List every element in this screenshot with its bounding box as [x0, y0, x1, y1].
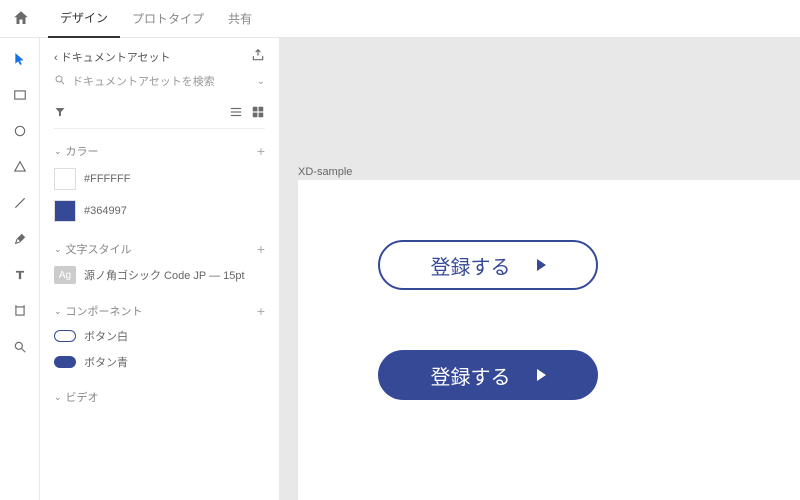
component-label: ボタン青 [84, 354, 128, 370]
color-label: #364997 [84, 205, 127, 217]
artboard[interactable]: 登録する 登録する [298, 180, 800, 500]
component-item[interactable]: ボタン白 [54, 323, 265, 349]
tab-prototype[interactable]: プロトタイプ [120, 0, 216, 38]
back-to-assets[interactable]: ‹ ドキュメントアセット [54, 49, 171, 65]
component-item[interactable]: ボタン青 [54, 349, 265, 375]
ellipse-tool-icon[interactable] [11, 122, 29, 140]
chevron-down-icon: ⌄ [54, 244, 62, 255]
button-label: 登録する [431, 251, 511, 280]
line-tool-icon[interactable] [11, 194, 29, 212]
rectangle-tool-icon[interactable] [11, 86, 29, 104]
select-tool-icon[interactable] [11, 50, 29, 68]
search-input[interactable]: ドキュメントアセットを検索 ⌄ [54, 73, 265, 89]
tool-rail [0, 38, 40, 500]
grid-view-icon[interactable] [251, 105, 265, 122]
artboard-name[interactable]: XD-sample [298, 166, 352, 178]
play-icon [537, 259, 546, 271]
text-style-item[interactable]: Ag 源ノ角ゴシック Code JP — 15pt [54, 261, 265, 289]
button-outline[interactable]: 登録する [378, 240, 598, 290]
list-view-icon[interactable] [229, 105, 243, 122]
add-component-icon[interactable]: + [257, 303, 265, 319]
top-bar: デザイン プロトタイプ 共有 [0, 0, 800, 38]
export-icon[interactable] [251, 48, 265, 65]
chevron-down-icon: ⌄ [257, 76, 265, 87]
color-label: #FFFFFF [84, 173, 130, 185]
tab-design[interactable]: デザイン [48, 0, 120, 38]
text-tool-icon[interactable] [11, 266, 29, 284]
button-filled[interactable]: 登録する [378, 350, 598, 400]
text-style-icon: Ag [54, 266, 76, 284]
chevron-down-icon: ⌄ [54, 306, 62, 317]
color-swatch-item[interactable]: #FFFFFF [54, 163, 265, 195]
pen-tool-icon[interactable] [11, 230, 29, 248]
filter-icon[interactable] [54, 106, 66, 121]
add-color-icon[interactable]: + [257, 143, 265, 159]
chevron-down-icon: ⌄ [54, 392, 62, 403]
search-icon [54, 74, 66, 89]
section-video-header[interactable]: ⌄ ビデオ [54, 385, 265, 409]
component-label: ボタン白 [84, 328, 128, 344]
section-textstyles-header[interactable]: ⌄ 文字スタイル + [54, 237, 265, 261]
panel-title: ドキュメントアセット [61, 52, 171, 64]
zoom-tool-icon[interactable] [11, 338, 29, 356]
artboard-tool-icon[interactable] [11, 302, 29, 320]
add-textstyle-icon[interactable]: + [257, 241, 265, 257]
component-thumb [54, 330, 76, 342]
canvas[interactable]: XD-sample 登録する 登録する [280, 38, 800, 500]
color-swatch [54, 200, 76, 222]
polygon-tool-icon[interactable] [11, 158, 29, 176]
component-thumb [54, 356, 76, 368]
section-colors-header[interactable]: ⌄ カラー + [54, 139, 265, 163]
home-icon[interactable] [12, 9, 32, 29]
tab-share[interactable]: 共有 [216, 0, 264, 38]
chevron-down-icon: ⌄ [54, 146, 62, 157]
text-style-label: 源ノ角ゴシック Code JP — 15pt [84, 267, 245, 283]
color-swatch-item[interactable]: #364997 [54, 195, 265, 227]
assets-panel: ‹ ドキュメントアセット ドキュメントアセットを検索 ⌄ ⌄ カラー + #FF… [40, 38, 280, 500]
color-swatch [54, 168, 76, 190]
search-placeholder: ドキュメントアセットを検索 [72, 73, 215, 89]
section-components-header[interactable]: ⌄ コンポーネント + [54, 299, 265, 323]
button-label: 登録する [431, 361, 511, 390]
play-icon [537, 369, 546, 381]
